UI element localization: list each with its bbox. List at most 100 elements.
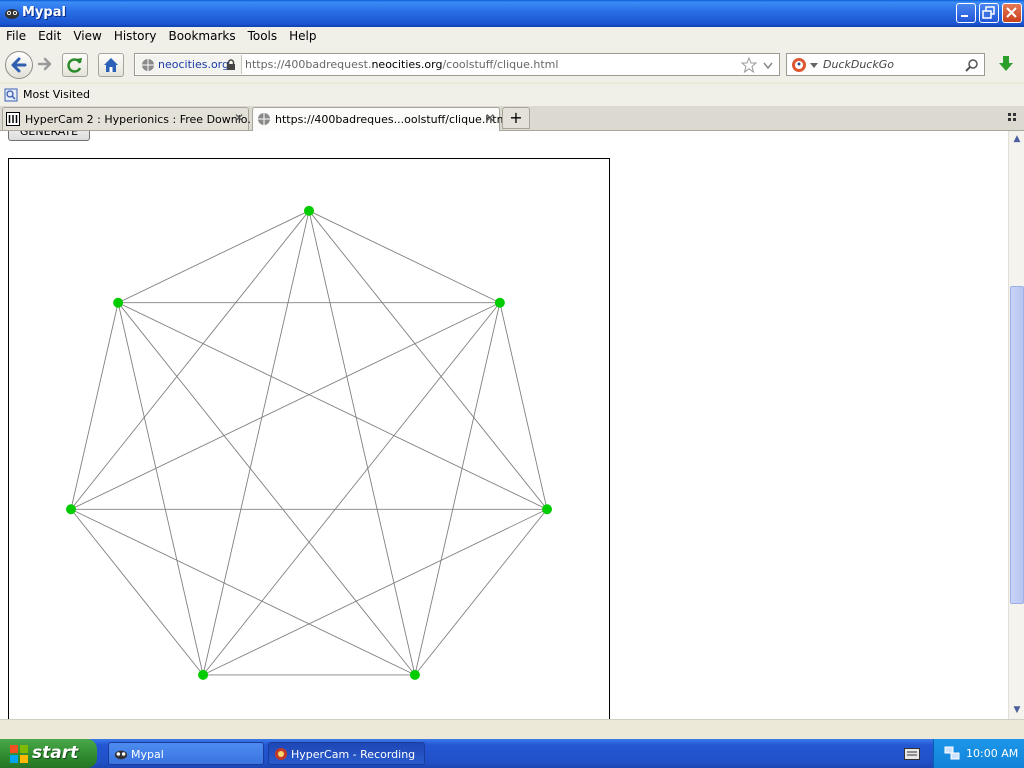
home-icon [104,58,118,72]
tab-bar: HyperCam 2 : Hyperionics : Free Downlo..… [0,106,1024,131]
forward-arrow-icon [37,57,52,71]
downloads-button[interactable] [992,53,1020,77]
menu-bookmarks[interactable]: Bookmarks [163,27,242,45]
status-bar [0,719,1024,740]
forward-button[interactable] [33,53,57,77]
windows-logo-icon [10,745,28,763]
graph-node [198,669,209,680]
menu-history[interactable]: History [108,27,163,45]
address-bar[interactable]: neocities.org https://400badrequest.neoc… [134,53,780,76]
vertical-scrollbar[interactable]: ▲ ▼ [1008,131,1024,719]
back-button[interactable] [5,51,33,79]
site-identity-label: neocities.org [158,58,229,71]
graph-edge [414,302,501,676]
minimize-button[interactable] [956,3,976,23]
scroll-up-icon[interactable]: ▲ [1010,132,1024,146]
graph-node [66,504,76,515]
menu-help[interactable]: Help [283,27,322,45]
start-label: start [32,743,79,763]
taskbar: start Mypal HyperCam - Recording 10:00 A… [0,739,1024,768]
graph-node [494,297,505,308]
menu-view[interactable]: View [67,27,107,45]
graph-node [542,504,552,515]
tab-hypercam[interactable]: HyperCam 2 : Hyperionics : Free Downlo..… [2,107,258,130]
tab-label: https://400badreques...oolstuff/clique.h… [275,113,511,126]
graph-edge [70,210,310,510]
start-button[interactable]: start [0,739,97,768]
search-engine-dropdown-icon[interactable] [810,63,818,69]
reload-button[interactable] [62,53,88,77]
graph-edge [202,210,310,676]
menu-file[interactable]: File [0,27,32,45]
new-tab-button[interactable]: + [502,107,530,129]
tab-close-icon[interactable]: ✕ [234,111,244,125]
graph-nodes [66,205,552,680]
url-text[interactable]: https://400badrequest.neocities.org/cool… [245,58,558,71]
taskbar-item-hypercam[interactable]: HyperCam - Recording [268,742,425,765]
graph-node [113,297,124,308]
graph-edge [202,302,501,676]
bookmark-star-icon[interactable] [741,57,757,73]
url-domain: neocities.org [371,58,443,71]
download-arrow-icon [999,56,1013,71]
home-button[interactable] [98,53,124,77]
hypercam-favicon-icon [6,112,20,126]
graph-edge [308,210,416,676]
menu-bar: File Edit View History Bookmarks Tools Help [0,27,1024,47]
search-icon[interactable] [965,58,979,72]
duckduckgo-icon[interactable] [791,57,807,73]
restore-icon [982,6,995,19]
site-identity[interactable]: neocities.org [136,55,242,74]
url-path: /coolstuff/clique.html [442,58,559,71]
search-bar[interactable]: DuckDuckGo [786,53,985,76]
most-visited-link[interactable]: Most Visited [23,88,90,101]
generate-button[interactable]: GENERATE [8,131,90,141]
mypal-app-icon [5,9,19,19]
tab-clique[interactable]: https://400badreques...oolstuff/clique.h… [252,107,510,131]
clique-graph-canvas [8,158,610,719]
close-button[interactable] [1002,3,1022,23]
tab-label: HyperCam 2 : Hyperionics : Free Downlo..… [25,113,258,126]
graph-edge [70,302,501,510]
graph-edge [499,302,548,510]
window-title: Mypal [22,5,66,20]
scrollbar-thumb[interactable] [1010,286,1024,604]
task-label: HyperCam - Recording [291,748,416,761]
graph-edge [308,210,548,510]
keyboard-icon[interactable] [904,748,920,760]
most-visited-icon [4,88,18,102]
graph-edges [70,210,548,676]
graph-edge [117,210,310,304]
tab-list-icon[interactable] [1008,113,1018,123]
minimize-icon [961,15,968,17]
mypal-task-icon [114,750,128,760]
bookmarks-toolbar: Most Visited [0,84,1024,106]
reload-icon [67,58,82,73]
graph-edge [414,508,548,676]
network-icon[interactable] [944,745,960,761]
url-dropdown-icon[interactable] [763,62,773,70]
graph-node [409,669,420,680]
lock-icon [227,59,235,70]
close-icon [1006,7,1017,18]
clock: 10:00 AM [966,747,1019,760]
task-label: Mypal [131,748,164,761]
graph-node [304,205,314,216]
menu-edit[interactable]: Edit [32,27,67,45]
graph-edge [70,302,119,510]
search-input[interactable]: DuckDuckGo [823,58,894,71]
graph-edge [308,210,501,304]
graph-edge [117,302,416,676]
maximize-button[interactable] [979,3,999,23]
graph-edge [117,302,548,510]
taskbar-item-mypal[interactable]: Mypal [108,742,264,765]
menu-tools[interactable]: Tools [242,27,284,45]
scroll-down-icon[interactable]: ▼ [1010,703,1024,717]
system-tray: 10:00 AM [933,739,1024,768]
back-arrow-icon [11,57,27,73]
tab-close-icon[interactable]: ✕ [485,111,495,125]
graph-edge [70,508,416,676]
url-prefix: https://400badrequest. [245,58,372,71]
navigation-toolbar: neocities.org https://400badrequest.neoc… [0,47,1024,82]
graph-edge [70,508,204,676]
